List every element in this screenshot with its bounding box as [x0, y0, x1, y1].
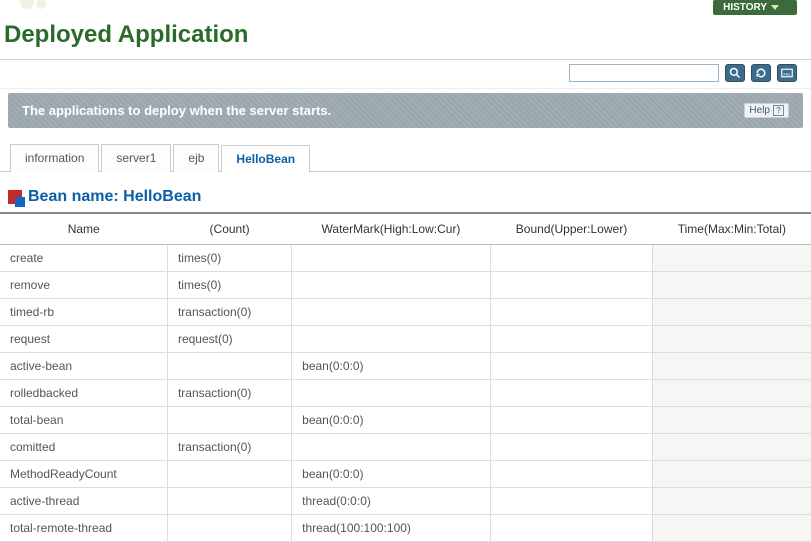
tabs: informationserver1ejbHelloBean: [10, 144, 811, 172]
cell-name: timed-rb: [0, 299, 167, 326]
cell-watermark: bean(0:0:0): [292, 353, 491, 380]
svg-text:XML: XML: [783, 72, 791, 76]
tab-hellobean[interactable]: HelloBean: [221, 145, 310, 173]
cell-name: request: [0, 326, 167, 353]
cell-bound: [490, 488, 652, 515]
cell-watermark: [292, 245, 491, 272]
section-title-text: Bean name: HelloBean: [28, 188, 201, 206]
table-row: comittedtransaction(0): [0, 434, 811, 461]
column-header: Name: [0, 213, 167, 245]
cell-bound: [490, 461, 652, 488]
cell-name: create: [0, 245, 167, 272]
cell-count: transaction(0): [167, 299, 291, 326]
column-header: (Count): [167, 213, 291, 245]
refresh-icon: [755, 67, 767, 79]
xml-export-icon-button[interactable]: XML: [777, 64, 797, 82]
cell-bound: [490, 407, 652, 434]
cell-time: [653, 299, 811, 326]
cell-count: transaction(0): [167, 434, 291, 461]
cell-count: [167, 407, 291, 434]
cell-time: [653, 488, 811, 515]
cell-time: [653, 272, 811, 299]
page-title: Deployed Application: [0, 15, 811, 60]
cell-count: times(0): [167, 272, 291, 299]
cell-watermark: [292, 326, 491, 353]
table-row: rolledbackedtransaction(0): [0, 380, 811, 407]
tab-information[interactable]: information: [10, 144, 99, 172]
xml-icon: XML: [781, 67, 793, 79]
cell-time: [653, 380, 811, 407]
section-icon: [8, 190, 22, 204]
table-row: total-remote-thread thread(100:100:100): [0, 515, 811, 542]
cell-bound: [490, 299, 652, 326]
table-row: active-thread thread(0:0:0): [0, 488, 811, 515]
cell-time: [653, 353, 811, 380]
table-row: createtimes(0): [0, 245, 811, 272]
cell-bound: [490, 434, 652, 461]
cell-count: times(0): [167, 245, 291, 272]
cell-watermark: [292, 380, 491, 407]
cell-count: [167, 515, 291, 542]
help-button[interactable]: Help ?: [744, 103, 789, 118]
table-row: requestrequest(0): [0, 326, 811, 353]
cell-name: remove: [0, 272, 167, 299]
cell-time: [653, 515, 811, 542]
description-bar: The applications to deploy when the serv…: [8, 93, 803, 128]
search-icon-button[interactable]: [725, 64, 745, 82]
table-row: timed-rbtransaction(0): [0, 299, 811, 326]
search-row: XML: [0, 60, 811, 89]
cell-count: transaction(0): [167, 380, 291, 407]
help-icon: ?: [773, 105, 784, 116]
search-input[interactable]: [569, 64, 719, 82]
section-title: Bean name: HelloBean: [0, 172, 811, 212]
cell-name: total-remote-thread: [0, 515, 167, 542]
cell-watermark: bean(0:0:0): [292, 407, 491, 434]
cell-bound: [490, 272, 652, 299]
cell-bound: [490, 515, 652, 542]
cell-watermark: [292, 272, 491, 299]
cell-count: [167, 353, 291, 380]
search-icon: [729, 67, 741, 79]
cell-name: active-thread: [0, 488, 167, 515]
cell-time: [653, 245, 811, 272]
cell-bound: [490, 326, 652, 353]
cell-count: [167, 461, 291, 488]
table-row: total-bean bean(0:0:0): [0, 407, 811, 434]
cell-watermark: bean(0:0:0): [292, 461, 491, 488]
column-header: WaterMark(High:Low:Cur): [292, 213, 491, 245]
table-row: active-bean bean(0:0:0): [0, 353, 811, 380]
cell-time: [653, 461, 811, 488]
cell-name: total-bean: [0, 407, 167, 434]
cell-bound: [490, 245, 652, 272]
refresh-icon-button[interactable]: [751, 64, 771, 82]
decorative-circles: [20, 0, 46, 9]
help-label: Help: [749, 105, 770, 116]
cell-watermark: thread(0:0:0): [292, 488, 491, 515]
cell-name: active-bean: [0, 353, 167, 380]
column-header: Bound(Upper:Lower): [490, 213, 652, 245]
history-label: HISTORY: [723, 2, 767, 13]
table-row: removetimes(0): [0, 272, 811, 299]
cell-count: request(0): [167, 326, 291, 353]
cell-name: rolledbacked: [0, 380, 167, 407]
tab-ejb[interactable]: ejb: [173, 144, 219, 172]
table-row: MethodReadyCount bean(0:0:0): [0, 461, 811, 488]
cell-name: MethodReadyCount: [0, 461, 167, 488]
cell-watermark: [292, 434, 491, 461]
column-header: Time(Max:Min:Total): [653, 213, 811, 245]
cell-count: [167, 488, 291, 515]
description-text: The applications to deploy when the serv…: [22, 103, 331, 118]
history-button[interactable]: HISTORY: [713, 0, 797, 15]
cell-bound: [490, 353, 652, 380]
cell-bound: [490, 380, 652, 407]
cell-time: [653, 434, 811, 461]
cell-watermark: [292, 299, 491, 326]
cell-time: [653, 326, 811, 353]
stats-table: Name(Count)WaterMark(High:Low:Cur)Bound(…: [0, 212, 811, 542]
cell-watermark: thread(100:100:100): [292, 515, 491, 542]
cell-time: [653, 407, 811, 434]
tab-server1[interactable]: server1: [101, 144, 171, 172]
cell-name: comitted: [0, 434, 167, 461]
